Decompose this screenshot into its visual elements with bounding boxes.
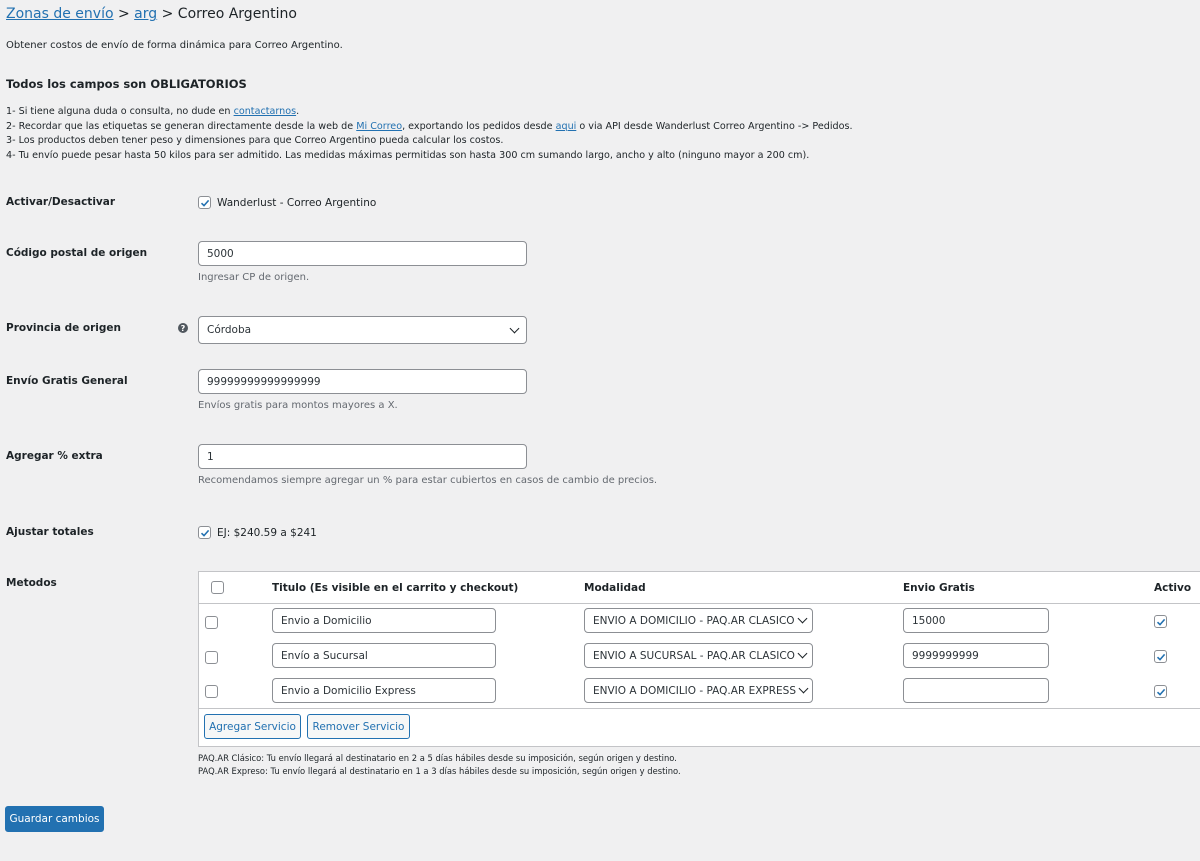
check-icon [1156,653,1165,661]
header-divider [199,603,1200,604]
free-shipping-label: Envío Gratis General [6,375,128,387]
methods-label: Metodos [6,577,57,589]
column-header-free: Envio Gratis [903,582,975,594]
round-totals-checkbox[interactable] [198,526,211,539]
footer-divider [199,708,1200,709]
row-select-checkbox[interactable] [205,651,218,664]
page-description: Obtener costos de envío de forma dinámic… [6,40,343,51]
method-free-input[interactable]: 9999999999 [903,643,1049,668]
method-mode-value: ENVIO A DOMICILIO - PAQ.AR EXPRESS [593,684,796,697]
check-icon [1156,618,1165,626]
check-icon [200,199,209,207]
note-1: 1- Si tiene alguna duda o consulta, no d… [6,105,853,120]
legend-clasico: PAQ.AR Clásico: Tu envío llegará al dest… [198,753,677,763]
orders-export-link[interactable]: aqui [556,121,577,132]
note-1-text: 1- Si tiene alguna duda o consulta, no d… [6,106,234,117]
note-2-mid: , exportando los pedidos desde [402,120,556,132]
breadcrumb-current: > Correo Argentino [157,6,297,22]
extra-percent-label: Agregar % extra [6,450,103,462]
postcode-input[interactable]: 5000 [198,241,527,266]
method-active-checkbox[interactable] [1154,685,1167,698]
enable-checkbox-row: Wanderlust - Correo Argentino [198,196,376,209]
note-3: 3- Los productos deben tener peso y dime… [6,135,504,147]
table-row: Envio a Domicilio ENVIO A DOMICILIO - PA… [199,608,1200,636]
column-header-title: Titulo (Es visible en el carrito y check… [272,582,519,594]
row-select-checkbox[interactable] [205,616,218,629]
add-service-button[interactable]: Agregar Servicio [204,714,301,739]
province-select-value: Córdoba [207,324,252,336]
method-free-input[interactable]: 15000 [903,608,1049,633]
select-all-checkbox[interactable] [211,581,224,594]
extra-percent-input[interactable]: 1 [198,444,527,469]
method-mode-value: ENVIO A DOMICILIO - PAQ.AR CLASICO [593,614,795,627]
round-totals-label: Ajustar totales [6,526,94,538]
enable-checkbox[interactable] [198,196,211,209]
notes-block: 1- Si tiene alguna duda o consulta, no d… [6,105,853,163]
save-changes-button[interactable]: Guardar cambios [5,806,104,832]
method-title-input[interactable]: Envío a Sucursal [272,643,496,668]
enable-checkbox-label: Wanderlust - Correo Argentino [217,196,377,209]
method-active-checkbox[interactable] [1154,615,1167,628]
round-totals-row: EJ: $240.59 a $241 [198,526,317,539]
check-icon [1156,688,1165,696]
column-header-mode: Modalidad [584,582,646,594]
method-mode-value: ENVIO A SUCURSAL - PAQ.AR CLASICO [593,649,795,662]
chevron-down-icon [509,323,520,333]
enable-label: Activar/Desactivar [6,196,116,208]
method-title-input[interactable]: Envio a Domicilio Express [272,678,496,703]
note-2-end: o via API desde Wanderlust Correo Argent… [576,120,853,132]
contact-link[interactable]: contactarnos [234,106,297,117]
province-label: Provincia de origen [6,322,121,334]
check-icon [200,529,209,537]
chevron-down-icon [797,613,807,624]
methods-table: Titulo (Es visible en el carrito y check… [198,571,1200,747]
method-active-checkbox[interactable] [1154,650,1167,663]
method-mode-select[interactable]: ENVIO A SUCURSAL - PAQ.AR CLASICO [584,643,813,668]
round-totals-checkbox-label: EJ: $240.59 a $241 [217,526,317,539]
breadcrumb-link-shipping-zones[interactable]: Zonas de envío [6,6,114,22]
note-2: 2- Recordar que las etiquetas se generan… [6,120,853,135]
breadcrumb: Zonas de envío > arg > Correo Argentino [6,6,297,22]
extra-percent-help: Recomendamos siempre agregar un % para e… [198,475,658,486]
free-shipping-help: Envíos gratis para montos mayores a X. [198,400,398,411]
help-icon[interactable]: ? [178,323,188,333]
chevron-down-icon [798,683,809,694]
remove-service-button[interactable]: Remover Servicio [307,714,410,739]
column-header-active: Activo [1154,582,1192,594]
table-row: Envio a Domicilio Express ENVIO A DOMICI… [199,678,1200,706]
note-1-end: . [296,106,300,117]
method-title-input[interactable]: Envio a Domicilio [272,608,496,633]
required-heading: Todos los campos son OBLIGATORIOS [6,77,247,91]
breadcrumb-separator: > [113,6,135,22]
row-select-checkbox[interactable] [205,685,218,698]
province-select[interactable]: Córdoba [198,316,527,344]
postcode-label: Código postal de origen [6,247,148,259]
note-2-text: 2- Recordar que las etiquetas se generan… [6,120,357,132]
table-row: Envío a Sucursal ENVIO A SUCURSAL - PAQ.… [199,643,1200,671]
service-legend: PAQ.AR Clásico: Tu envío llegará al dest… [198,752,681,778]
method-free-input[interactable] [903,678,1049,703]
method-mode-select[interactable]: ENVIO A DOMICILIO - PAQ.AR CLASICO [584,608,813,633]
legend-expreso: PAQ.AR Expreso: Tu envío llegará al dest… [198,766,681,776]
free-shipping-input[interactable]: 99999999999999999 [198,369,527,394]
note-4: 4- Tu envío puede pesar hasta 50 kilos p… [6,149,810,161]
mi-correo-link[interactable]: Mi Correo [356,121,402,132]
breadcrumb-link-zone[interactable]: arg [134,6,157,22]
chevron-down-icon [797,648,808,659]
postcode-help: Ingresar CP de origen. [198,272,310,283]
method-mode-select[interactable]: ENVIO A DOMICILIO - PAQ.AR EXPRESS [584,678,813,703]
